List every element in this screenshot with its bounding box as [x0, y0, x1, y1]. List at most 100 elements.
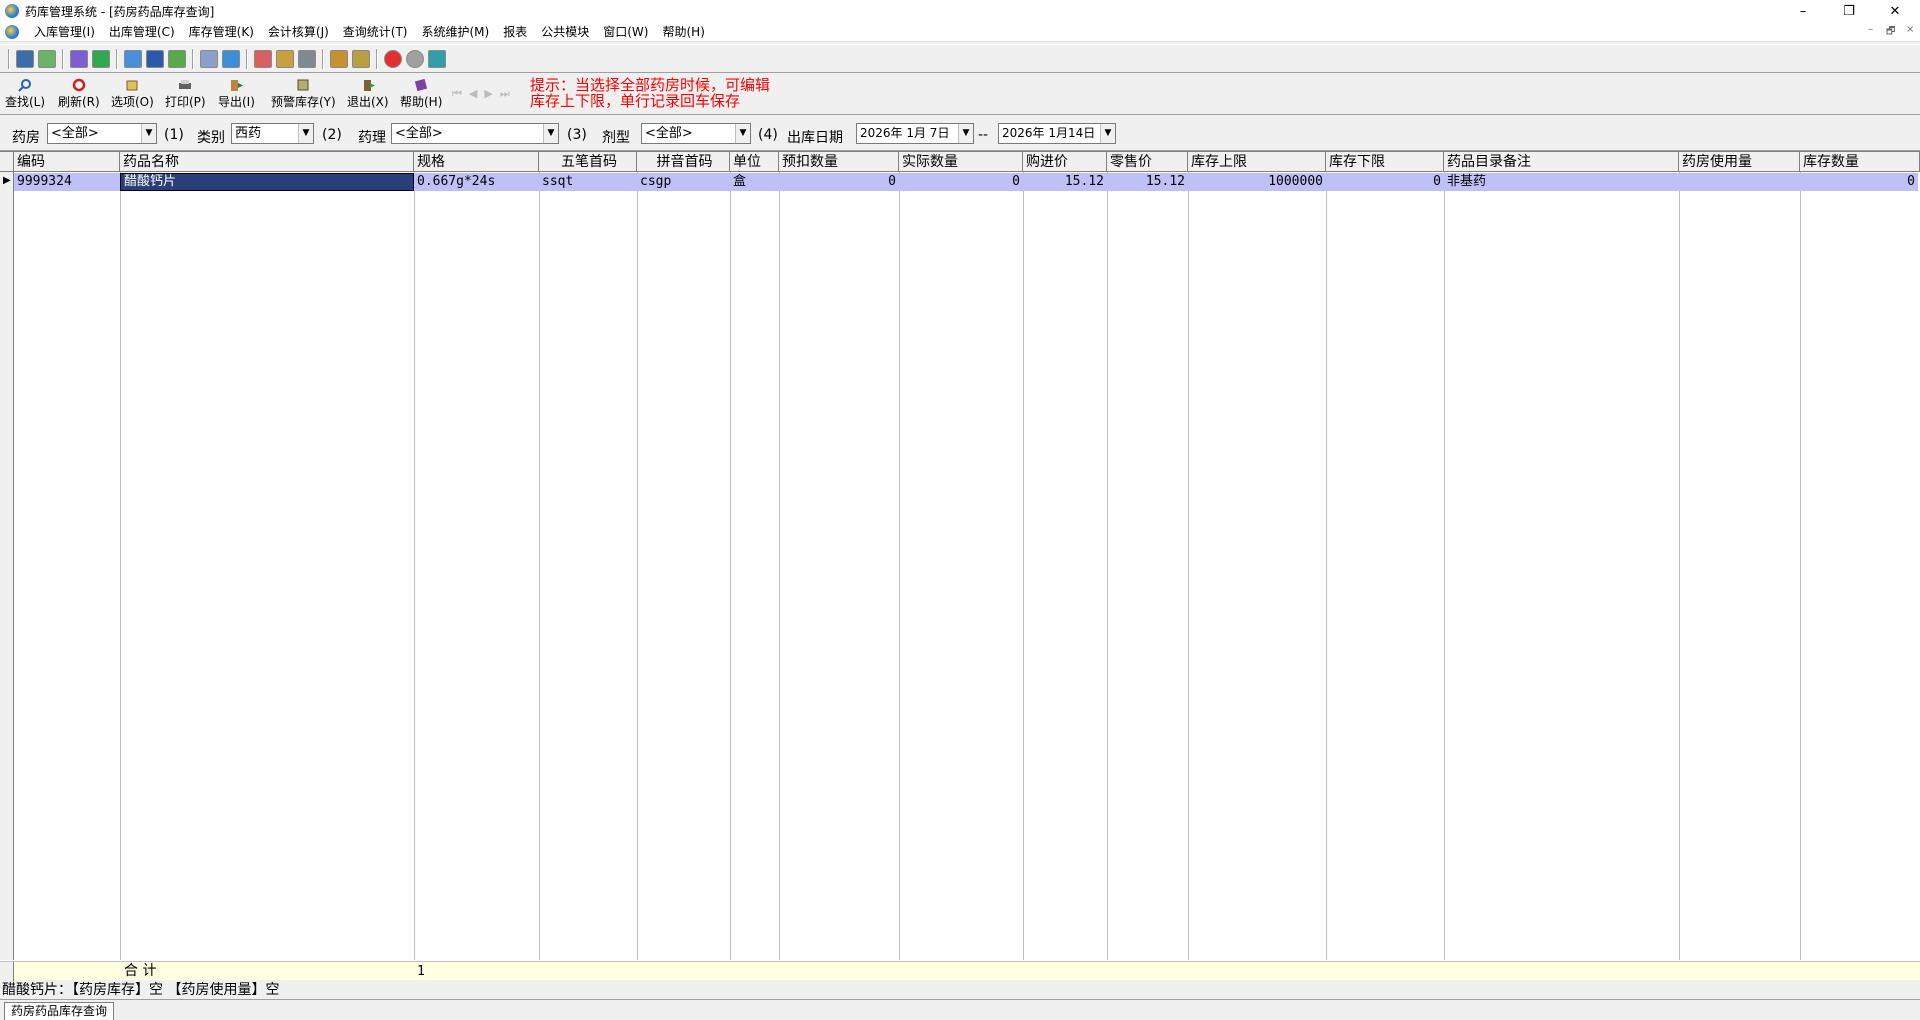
chevron-down-icon[interactable]: ▼	[141, 124, 156, 143]
exit-icon[interactable]	[428, 49, 446, 68]
cell-code[interactable]: 9999324	[14, 173, 120, 191]
column-header-spec[interactable]: 规格	[414, 152, 539, 172]
export-button[interactable]: 导出(I)	[218, 78, 255, 110]
search-button[interactable]: 查找(L)	[5, 78, 45, 110]
chart-icon[interactable]	[276, 49, 294, 68]
column-header-reserved[interactable]: 预扣数量	[779, 152, 899, 172]
pharmacology-hotkey: (3)	[567, 127, 587, 143]
column-header-catalog-note[interactable]: 药品目录备注	[1444, 152, 1679, 172]
column-header-stock[interactable]: 库存数量	[1800, 152, 1920, 172]
date-from-picker[interactable]: 2026年 1月 7日 ▼	[856, 123, 974, 144]
edit-doc-icon[interactable]	[70, 49, 88, 68]
tab-stock-query[interactable]: 药房药品库存查询	[4, 1002, 115, 1020]
warning-stock-button[interactable]: 预警库存(Y)	[271, 78, 336, 110]
image-window-icon[interactable]	[146, 49, 164, 68]
refresh-doc-icon[interactable]	[38, 49, 56, 68]
chevron-down-icon[interactable]: ▼	[735, 124, 750, 143]
column-header-lower-limit[interactable]: 库存下限	[1326, 152, 1444, 172]
column-divider	[1188, 172, 1189, 960]
column-header-wubi[interactable]: 五笔首码	[539, 152, 637, 172]
chevron-down-icon[interactable]: ▼	[1100, 124, 1115, 143]
cell-usage[interactable]	[1679, 173, 1800, 191]
stop-icon[interactable]	[384, 49, 402, 68]
pharmacy-label: 药房	[12, 130, 40, 146]
cell-reserved[interactable]: 0	[779, 173, 899, 191]
menu-item-system[interactable]: 系统维护(M)	[415, 23, 497, 40]
menu-item-accounting[interactable]: 会计核算(J)	[261, 23, 336, 40]
refresh-button[interactable]: 刷新(R)	[58, 78, 100, 110]
cell-name[interactable]: 醋酸钙片	[120, 173, 414, 191]
pharmacy-value: <全部>	[51, 126, 99, 141]
date-to-picker[interactable]: 2026年 1月14日 ▼	[998, 123, 1116, 144]
cell-retail-price[interactable]: 15.12	[1107, 173, 1188, 191]
stock-grid[interactable]: 编码 药品名称 规格 五笔首码 拼音首码 单位 预扣数量 实际数量 购进价 零售…	[0, 151, 1920, 981]
column-header-code[interactable]: 编码	[14, 152, 120, 172]
mdi-app-icon[interactable]	[5, 24, 19, 39]
cell-pinyin[interactable]: csgp	[637, 173, 730, 191]
calculator-icon[interactable]	[168, 49, 186, 68]
cell-stock[interactable]: 0	[1800, 173, 1918, 191]
minimize-button[interactable]: –	[1780, 0, 1826, 22]
dosage-form-select[interactable]: <全部> ▼	[641, 123, 751, 144]
chevron-down-icon[interactable]: ▼	[298, 124, 313, 143]
column-header-purchase-price[interactable]: 购进价	[1023, 152, 1107, 172]
menu-item-outbound[interactable]: 出库管理(C)	[102, 23, 182, 40]
login-icon[interactable]	[16, 49, 34, 68]
close-button[interactable]: ✕	[1872, 0, 1918, 22]
current-row-pointer-icon: ▶	[3, 175, 11, 186]
cell-catalog-note[interactable]: 非基药	[1444, 173, 1679, 191]
toolbar-separator	[246, 48, 248, 69]
table-icon[interactable]	[222, 49, 240, 68]
cell-purchase-price[interactable]: 15.12	[1023, 173, 1107, 191]
restore-button[interactable]: ❐	[1826, 0, 1872, 22]
column-header-upper-limit[interactable]: 库存上限	[1188, 152, 1326, 172]
cell-wubi[interactable]: ssqt	[539, 173, 637, 191]
dosage-form-label: 剂型	[602, 130, 630, 146]
cell-upper-limit[interactable]: 1000000	[1188, 173, 1326, 191]
chevron-down-icon[interactable]: ▼	[958, 124, 973, 143]
mdi-restore-button[interactable]: 🗗	[1886, 24, 1895, 41]
menu-item-inbound[interactable]: 入库管理(I)	[27, 23, 102, 40]
column-divider	[779, 172, 780, 960]
column-header-usage[interactable]: 药房使用量	[1679, 152, 1800, 172]
cloud-icon[interactable]	[406, 49, 424, 68]
menu-item-query[interactable]: 查询统计(T)	[336, 23, 415, 40]
print-button[interactable]: 打印(P)	[165, 78, 206, 110]
mdi-minimize-button[interactable]: –	[1868, 24, 1873, 35]
chevron-down-icon[interactable]: ▼	[543, 124, 558, 143]
menu-item-reports[interactable]: 报表	[496, 23, 534, 40]
thermometer-icon[interactable]	[352, 49, 370, 68]
menu-item-common[interactable]: 公共模块	[534, 23, 596, 40]
column-divider	[1023, 172, 1024, 960]
options-button[interactable]: 选项(O)	[111, 78, 154, 110]
column-header-pinyin[interactable]: 拼音首码	[637, 152, 730, 172]
menu-item-stock[interactable]: 库存管理(K)	[182, 23, 261, 40]
column-header-name[interactable]: 药品名称	[120, 152, 414, 172]
mdi-close-button[interactable]: ×	[1906, 24, 1914, 35]
printer-icon[interactable]	[330, 49, 348, 68]
pharmacology-select[interactable]: <全部> ▼	[391, 123, 559, 144]
record-navigator[interactable]: ⏮◀▶⏭	[452, 87, 517, 101]
cell-spec[interactable]: 0.667g*24s	[414, 173, 539, 191]
help-button[interactable]: 帮助(H)	[400, 78, 442, 110]
column-header-actual[interactable]: 实际数量	[899, 152, 1023, 172]
list-icon[interactable]	[200, 49, 218, 68]
cell-unit[interactable]: 盒	[730, 173, 779, 191]
help-label: 帮助(H)	[400, 95, 443, 109]
column-divider	[1107, 172, 1108, 960]
category-select[interactable]: 西药 ▼	[231, 123, 314, 144]
grid-report-icon[interactable]	[254, 49, 272, 68]
pharmacy-select[interactable]: <全部> ▼	[47, 123, 157, 144]
cell-lower-limit[interactable]: 0	[1326, 173, 1444, 191]
cell-actual[interactable]: 0	[899, 173, 1023, 191]
hint-line-1: 提示：当选择全部药房时候，可编辑	[530, 76, 771, 94]
category-label: 类别	[197, 130, 225, 146]
exit-button[interactable]: 退出(X)	[347, 78, 389, 110]
column-header-retail-price[interactable]: 零售价	[1107, 152, 1188, 172]
menu-item-window[interactable]: 窗口(W)	[596, 23, 655, 40]
column-header-unit[interactable]: 单位	[730, 152, 779, 172]
check-icon[interactable]	[92, 49, 110, 68]
magnifier-icon[interactable]	[298, 49, 316, 68]
menu-item-help[interactable]: 帮助(H)	[655, 23, 711, 40]
clipboard-icon[interactable]	[124, 49, 142, 68]
